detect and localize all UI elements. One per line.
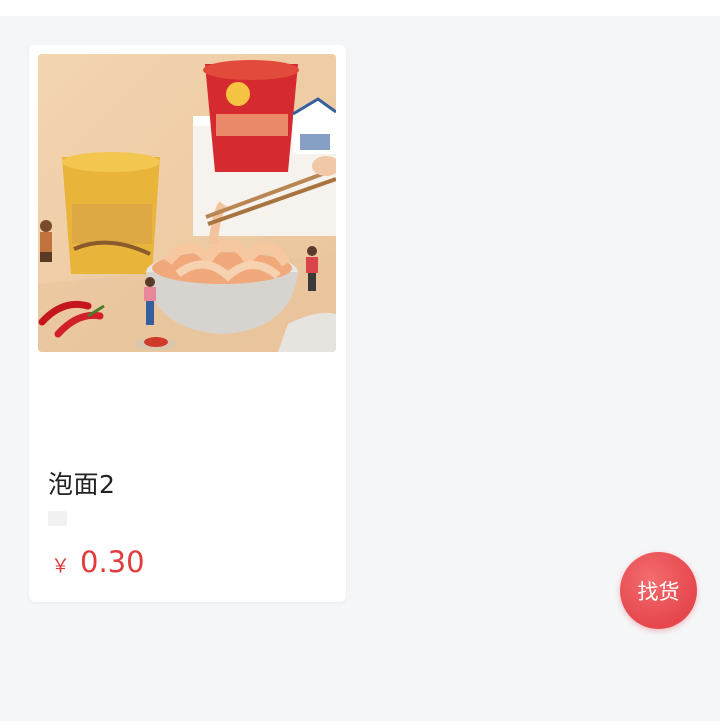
product-image[interactable] bbox=[38, 54, 336, 352]
tag-placeholder bbox=[48, 511, 67, 526]
price-amount: 0.30 bbox=[80, 545, 145, 579]
product-card[interactable]: 泡面2 ￥ 0.30 bbox=[29, 45, 346, 602]
price: ￥ 0.30 bbox=[51, 545, 145, 579]
top-strip bbox=[0, 0, 720, 16]
find-goods-button[interactable]: 找货 bbox=[620, 552, 697, 629]
product-name[interactable]: 泡面2 bbox=[48, 465, 115, 501]
currency-symbol: ￥ bbox=[51, 555, 71, 577]
